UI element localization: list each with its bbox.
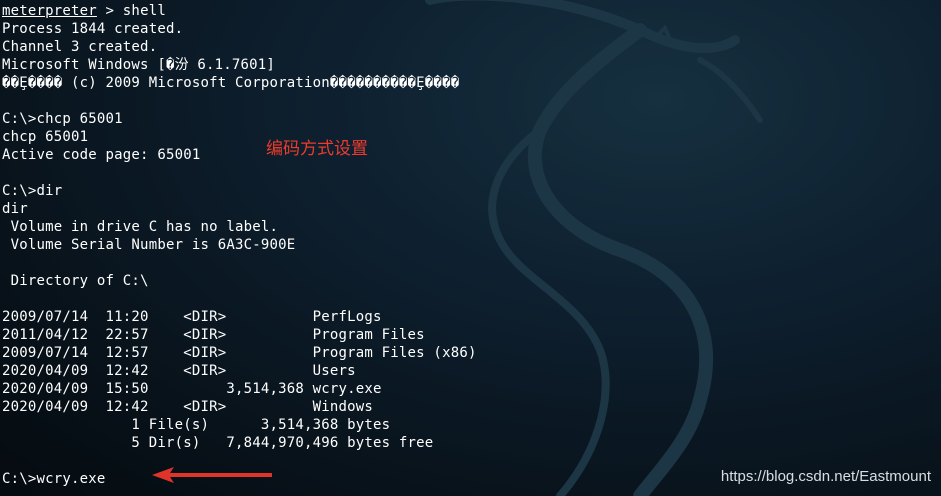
terminal-line: 2020/04/09 15:50 3,514,368 wcry.exe bbox=[2, 381, 382, 397]
terminal-line: C:\>dir bbox=[2, 183, 63, 199]
terminal-line: 2009/07/14 11:20 <DIR> PerfLogs bbox=[2, 309, 382, 325]
terminal-line: 2009/07/14 12:57 <DIR> Program Files (x8… bbox=[2, 345, 477, 361]
terminal-line: C:\>chcp 65001 bbox=[2, 111, 123, 127]
terminal-line: 2020/04/09 12:42 <DIR> Windows bbox=[2, 399, 374, 415]
terminal-line: 1 File(s) 3,514,368 bytes bbox=[2, 417, 391, 433]
watermark: https://blog.csdn.net/Eastmount bbox=[720, 468, 931, 485]
terminal-output: meterpreter > shell Process 1844 created… bbox=[2, 2, 477, 488]
terminal-line: Directory of C:\ bbox=[2, 273, 149, 289]
terminal-line: Active code page: 65001 bbox=[2, 147, 201, 163]
terminal-line: Volume in drive C has no label. bbox=[2, 219, 279, 235]
terminal-line: Microsoft Windows [�汾 6.1.7601] bbox=[2, 57, 276, 73]
encoding-annotation: 编码方式设置 bbox=[266, 139, 368, 159]
terminal-line: Channel 3 created. bbox=[2, 39, 158, 55]
terminal-line: 2011/04/12 22:57 <DIR> Program Files bbox=[2, 327, 425, 343]
terminal-line: chcp 65001 bbox=[2, 129, 89, 145]
terminal-line: ��Ȩ���� (c) 2009 Microsoft Corporation��… bbox=[2, 75, 460, 91]
terminal-line: meterpreter > shell bbox=[2, 3, 166, 19]
terminal-line: dir bbox=[2, 201, 28, 217]
terminal-line: Volume Serial Number is 6A3C-900E bbox=[2, 237, 296, 253]
terminal-line: 5 Dir(s) 7,844,970,496 bytes free bbox=[2, 435, 434, 451]
terminal-line: Process 1844 created. bbox=[2, 21, 184, 37]
terminal-line: 2020/04/09 12:42 <DIR> Users bbox=[2, 363, 356, 379]
red-arrow-icon bbox=[152, 467, 272, 483]
terminal-window[interactable]: meterpreter > shell Process 1844 created… bbox=[0, 0, 941, 496]
